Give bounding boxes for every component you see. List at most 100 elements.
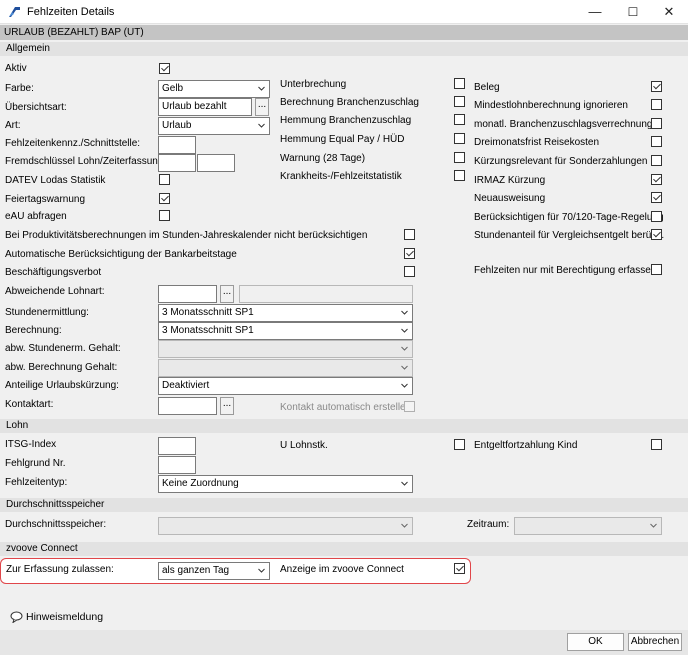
produktivitaet-checkbox[interactable]	[404, 229, 415, 240]
fremdschluessel-zeiterfassung-input[interactable]	[197, 154, 235, 172]
datev-checkbox[interactable]	[159, 174, 170, 185]
anteilige-label: Anteilige Urlaubskürzung:	[5, 380, 119, 391]
abweichende-lohnart-input[interactable]	[158, 285, 217, 303]
hemmung-branchen-label: Hemmung Branchenzuschlag	[280, 115, 412, 126]
stundenanteil-checkbox[interactable]	[651, 229, 662, 240]
fehlzeiten-nur-checkbox[interactable]	[651, 264, 662, 275]
fehlgrund-input[interactable]	[158, 456, 196, 474]
chevron-down-icon	[401, 523, 408, 528]
fehlzeiten-nur-label: Fehlzeiten nur mit Berechtigung erfassen	[474, 265, 657, 276]
neuausweisung-checkbox[interactable]	[651, 192, 662, 203]
eau-checkbox[interactable]	[159, 210, 170, 221]
beruecksichtigen-checkbox[interactable]	[651, 211, 662, 222]
u-lohnstk-checkbox[interactable]	[454, 439, 465, 450]
monatl-checkbox[interactable]	[651, 118, 662, 129]
unterbrechung-checkbox[interactable]	[454, 78, 465, 89]
window-title: Fehlzeiten Details	[27, 6, 115, 18]
produktivitaet-label: Bei Produktivitätsberechnungen im Stunde…	[5, 230, 368, 241]
kontakt-auto-checkbox[interactable]	[404, 401, 415, 412]
berechnung-branchen-checkbox[interactable]	[454, 96, 465, 107]
abweichende-lohnart-label: Abweichende Lohnart:	[5, 286, 105, 297]
anzeige-zvoove-label: Anzeige im zvoove Connect	[280, 564, 404, 575]
section-header-zvoove: zvoove Connect	[0, 542, 688, 556]
dreimonatsfrist-checkbox[interactable]	[651, 136, 662, 147]
mindestlohn-label: Mindestlohnberechnung ignorieren	[474, 100, 628, 111]
abweichende-lohnart-description	[239, 285, 413, 303]
anzeige-zvoove-checkbox[interactable]	[454, 563, 465, 574]
section-header-durchschnitt: Durchschnittsspeicher	[0, 498, 688, 512]
stundenanteil-label: Stundenanteil für Vergleichsentgelt berü…	[474, 230, 665, 241]
chevron-down-icon	[401, 383, 408, 388]
minimize-button[interactable]: —	[576, 0, 614, 24]
stundenermittlung-select[interactable]: 3 Monatsschnitt SP1	[158, 304, 413, 322]
fremdschluessel-lohn-input[interactable]	[158, 154, 196, 172]
uebersichtsart-browse-button[interactable]: ...	[255, 98, 269, 116]
art-select[interactable]: Urlaub	[158, 117, 270, 135]
automatische-checkbox[interactable]	[404, 248, 415, 259]
close-button[interactable]: ✕	[650, 0, 688, 24]
stundenermittlung-label: Stundenermittlung:	[5, 307, 89, 318]
kontaktart-input[interactable]	[158, 397, 217, 415]
beleg-checkbox[interactable]	[651, 81, 662, 92]
neuausweisung-label: Neuausweisung	[474, 193, 546, 204]
beschaeftigungsverbot-checkbox[interactable]	[404, 266, 415, 277]
irmaz-checkbox[interactable]	[651, 174, 662, 185]
hemmung-equal-checkbox[interactable]	[454, 133, 465, 144]
anteilige-select[interactable]: Deaktiviert	[158, 377, 413, 395]
abw-berechnung-select[interactable]	[158, 359, 413, 377]
beschaeftigungsverbot-label: Beschäftigungsverbot	[5, 267, 102, 278]
chevron-down-icon	[258, 86, 265, 91]
zeitraum-select[interactable]	[514, 517, 662, 535]
hemmung-equal-label: Hemmung Equal Pay / HÜD	[280, 134, 405, 145]
dreimonatsfrist-label: Dreimonatsfrist Reisekosten	[474, 137, 600, 148]
unterbrechung-label: Unterbrechung	[280, 79, 347, 90]
krankheit-checkbox[interactable]	[454, 170, 465, 181]
datev-label: DATEV Lodas Statistik	[5, 175, 106, 186]
aktiv-label: Aktiv	[5, 63, 27, 74]
beruecksichtigen-label: Berücksichtigen für 70/120-Tage-Regelung	[474, 212, 664, 223]
kontaktart-label: Kontaktart:	[5, 399, 54, 410]
fehlgrund-label: Fehlgrund Nr.	[5, 458, 66, 469]
farbe-label: Farbe:	[5, 83, 34, 94]
fehlzeitenkennz-input[interactable]	[158, 136, 196, 154]
feiertagswarnung-label: Feiertagswarnung	[5, 194, 86, 205]
krankheit-label: Krankheits-/Fehlzeitstatistik	[280, 171, 402, 182]
kuerzungsrelevant-checkbox[interactable]	[651, 155, 662, 166]
kontaktart-browse-button[interactable]: ...	[220, 397, 234, 415]
uebersichtsart-label: Übersichtsart:	[5, 102, 67, 113]
abbrechen-button[interactable]: Abbrechen	[628, 633, 682, 651]
abw-stundenerm-select[interactable]	[158, 340, 413, 358]
abweichende-lohnart-browse-button[interactable]: ...	[220, 285, 234, 303]
speech-bubble-icon	[10, 611, 23, 623]
fremdschluessel-label: Fremdschlüssel Lohn/Zeiterfassung:	[5, 156, 167, 167]
berechnung-value: 3 Monatsschnitt SP1	[162, 325, 254, 336]
anteilige-value: Deaktiviert	[162, 380, 210, 391]
fehlzeitentyp-select[interactable]: Keine Zuordnung	[158, 475, 413, 493]
itsg-label: ITSG-Index	[5, 439, 57, 450]
zeitraum-label: Zeitraum:	[467, 519, 510, 530]
hinweismeldung-link[interactable]: Hinweismeldung	[26, 611, 103, 624]
farbe-value: Gelb	[162, 83, 184, 94]
itsg-input[interactable]	[158, 437, 196, 455]
farbe-select[interactable]: Gelb	[158, 80, 270, 98]
erfassung-value: als ganzen Tag	[162, 565, 230, 576]
warnung-label: Warnung (28 Tage)	[280, 153, 366, 164]
durchschnittsspeicher-select[interactable]	[158, 517, 413, 535]
durchschnittsspeicher-label: Durchschnittsspeicher:	[5, 519, 107, 530]
ok-button[interactable]: OK	[567, 633, 624, 651]
warnung-checkbox[interactable]	[454, 152, 465, 163]
record-title: URLAUB (BEZAHLT) BAP (UT)	[0, 25, 688, 40]
entgeltfortzahlung-checkbox[interactable]	[651, 439, 662, 450]
chevron-down-icon	[650, 523, 657, 528]
erfassung-select[interactable]: als ganzen Tag	[158, 562, 270, 580]
stundenermittlung-value: 3 Monatsschnitt SP1	[162, 307, 254, 318]
hemmung-branchen-checkbox[interactable]	[454, 114, 465, 125]
berechnung-select[interactable]: 3 Monatsschnitt SP1	[158, 322, 413, 340]
entgeltfortzahlung-label: Entgeltfortzahlung Kind	[474, 440, 578, 451]
feiertagswarnung-checkbox[interactable]	[159, 193, 170, 204]
maximize-button[interactable]: ☐	[614, 0, 652, 24]
chevron-down-icon	[401, 481, 408, 486]
uebersichtsart-input[interactable]: Urlaub bezahlt	[158, 98, 252, 116]
aktiv-checkbox[interactable]	[159, 63, 170, 74]
mindestlohn-checkbox[interactable]	[651, 99, 662, 110]
